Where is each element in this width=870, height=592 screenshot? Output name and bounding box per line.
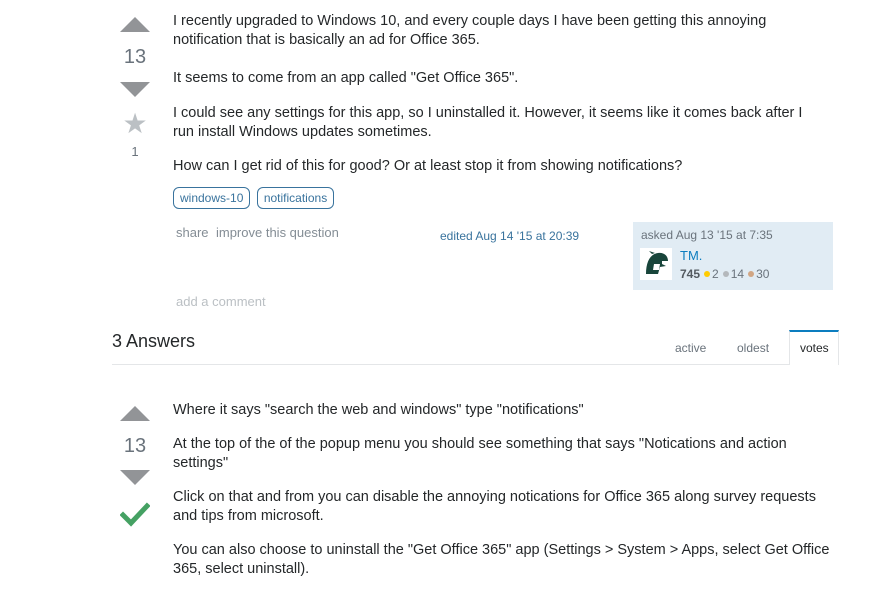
user-reputation: 745 2 14 30	[680, 267, 769, 281]
gold-badge-count: 2	[712, 267, 719, 281]
question-score: 13	[123, 46, 147, 68]
answer-paragraph: Where it says "search the web and window…	[173, 402, 584, 418]
answer-sort-tabs: active oldest votes	[660, 330, 840, 365]
asked-timestamp: asked Aug 13 '15 at 7:35	[641, 228, 773, 242]
share-link[interactable]: share	[176, 225, 209, 240]
silver-badge-icon	[722, 271, 729, 278]
favorite-star-icon[interactable]: ★	[115, 110, 155, 138]
avatar-spartan-helmet-icon[interactable]	[640, 248, 672, 280]
user-name-link[interactable]: TM.	[680, 248, 702, 263]
answer-paragraph: You can also choose to uninstall the "Ge…	[173, 542, 830, 577]
asker-user-card: asked Aug 13 '15 at 7:35 TM. 745 2 14 30	[633, 222, 833, 290]
question-paragraph: It seems to come from an app called "Get…	[173, 70, 519, 86]
bronze-badge-count: 30	[756, 267, 770, 281]
accepted-checkmark-icon	[115, 502, 155, 533]
question-paragraph: I recently upgraded to Windows 10, and e…	[173, 13, 767, 48]
answer-paragraph: At the top of the of the popup menu you …	[173, 436, 787, 471]
gold-badge-icon	[704, 271, 711, 278]
edited-timestamp-link[interactable]: edited Aug 14 '15 at 20:39	[440, 229, 579, 243]
answer-upvote-button[interactable]	[120, 406, 150, 421]
question-upvote-button[interactable]	[120, 17, 150, 32]
answer-body: Where it says "search the web and window…	[173, 401, 833, 579]
question-downvote-button[interactable]	[120, 82, 150, 97]
silver-badge-count: 14	[730, 267, 745, 281]
answer-score: 13	[123, 435, 147, 457]
tag-list: windows-10 notifications	[173, 187, 336, 209]
answers-count-heading: 3 Answers	[112, 331, 196, 351]
post-menu: share improve this question	[176, 224, 339, 242]
improve-question-link[interactable]: improve this question	[216, 225, 339, 240]
tab-votes[interactable]: votes	[789, 330, 839, 365]
tag-notifications[interactable]: notifications	[256, 187, 335, 209]
tab-oldest[interactable]: oldest	[737, 341, 769, 355]
reputation-score: 745	[680, 267, 701, 281]
question-paragraph: How can I get rid of this for good? Or a…	[173, 158, 683, 174]
tab-votes-label: votes	[800, 341, 829, 355]
answer-downvote-button[interactable]	[120, 470, 150, 485]
question-paragraph: I could see any settings for this app, s…	[173, 105, 803, 140]
add-comment-link[interactable]: add a comment	[176, 294, 266, 309]
answer-paragraph: Click on that and from you can disable t…	[173, 489, 816, 524]
bronze-badge-icon	[748, 271, 755, 278]
tab-active[interactable]: active	[675, 341, 706, 355]
favorite-count: 1	[131, 144, 139, 159]
tag-windows-10[interactable]: windows-10	[173, 187, 251, 209]
question-body: I recently upgraded to Windows 10, and e…	[173, 12, 823, 176]
